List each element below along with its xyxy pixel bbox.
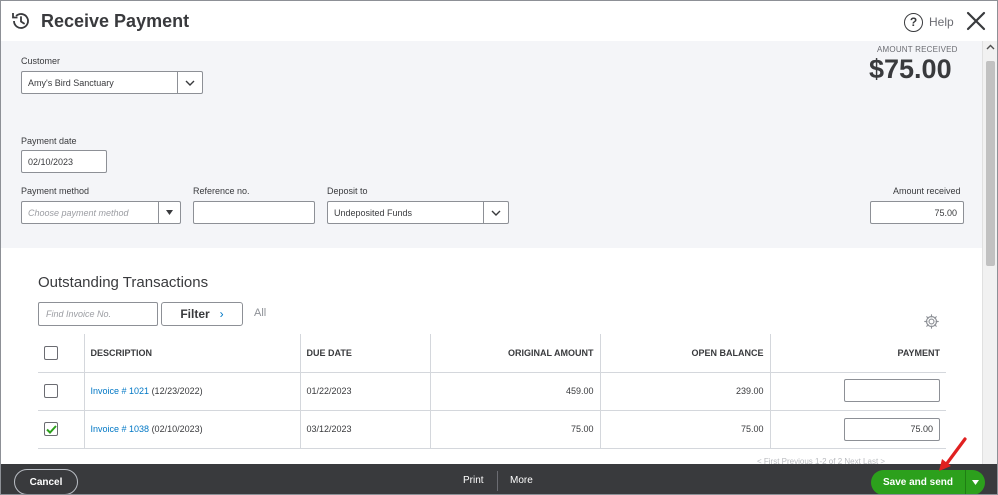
table-row: Invoice # 1038 (02/10/2023) 03/12/2023 7… [38,410,946,449]
chevron-right-icon: › [219,307,224,321]
original-amount-cell: 459.00 [430,372,601,411]
print-button[interactable]: Print [463,475,484,486]
open-balance-cell: 239.00 [600,372,771,411]
select-all-cell [38,334,85,373]
reference-input[interactable] [193,201,315,224]
scroll-up-icon[interactable] [986,43,995,52]
column-header-open-balance[interactable]: OPEN BALANCE [600,334,771,373]
due-date-cell: 03/12/2023 [300,410,431,449]
deposit-to-label: Deposit to [327,186,368,196]
invoice-link[interactable]: Invoice # 1021 [91,386,150,396]
checkmark-icon [45,424,57,434]
vertical-scrollbar[interactable] [982,41,997,464]
find-invoice-input[interactable]: Find Invoice No. [38,302,158,326]
all-filter-label: All [254,307,267,319]
payment-cell: 75.00 [770,410,946,449]
footer-divider [497,471,498,491]
amount-received-label: Amount received [893,186,961,196]
customer-select[interactable]: Amy's Bird Sanctuary [21,71,203,94]
header: Receive Payment ? Help [1,1,997,41]
amount-received-input[interactable]: 75.00 [870,201,964,224]
gear-icon[interactable] [923,313,940,330]
row-checkbox[interactable] [44,384,58,398]
customer-value: Amy's Bird Sanctuary [28,77,114,88]
row-checkbox-cell [38,372,85,411]
help-button[interactable]: ? Help [904,11,954,33]
select-all-checkbox[interactable] [44,345,58,360]
column-header-description[interactable]: DESCRIPTION [84,334,301,373]
reference-label: Reference no. [193,186,250,196]
column-header-original-amount[interactable]: ORIGINAL AMOUNT [430,334,601,373]
history-icon[interactable] [10,10,32,32]
footer-bar [1,464,997,494]
outstanding-transactions-title: Outstanding Transactions [38,274,209,291]
description-cell: Invoice # 1021 (12/23/2022) [84,372,301,411]
invoice-date: (12/23/2022) [151,386,203,396]
amount-received-caption: AMOUNT RECEIVED [877,45,958,54]
payment-method-placeholder: Choose payment method [28,207,129,218]
original-amount-cell: 75.00 [430,410,601,449]
description-cell: Invoice # 1038 (02/10/2023) [84,410,301,449]
filter-label: Filter [180,307,210,321]
payment-input[interactable] [844,378,940,402]
scroll-thumb[interactable] [986,61,995,266]
filter-button[interactable]: Filter › [161,302,243,326]
chevron-down-icon[interactable] [177,72,202,93]
amount-received-value: 75.00 [934,207,957,218]
open-balance-cell: 75.00 [600,410,771,449]
close-icon[interactable] [964,9,988,33]
outstanding-transactions-table: DESCRIPTION DUE DATE ORIGINAL AMOUNT OPE… [38,334,946,449]
invoice-date: (02/10/2023) [151,424,203,434]
caret-down-icon[interactable] [158,202,180,223]
payment-method-select[interactable]: Choose payment method [21,201,181,224]
find-invoice-placeholder: Find Invoice No. [46,309,112,319]
payment-date-input[interactable]: 02/10/2023 [21,150,107,173]
table-header-row: DESCRIPTION DUE DATE ORIGINAL AMOUNT OPE… [38,334,946,373]
table-row: Invoice # 1021 (12/23/2022) 01/22/2023 4… [38,372,946,411]
row-checkbox-cell [38,410,85,449]
payment-input[interactable]: 75.00 [844,417,940,441]
payment-cell [770,372,946,411]
payment-method-label: Payment method [21,186,90,196]
cancel-button[interactable]: Cancel [14,469,78,494]
amount-received-total: $75.00 [869,54,952,84]
column-header-due-date[interactable]: DUE DATE [300,334,431,373]
chevron-down-icon[interactable] [483,202,508,223]
annotation-arrow-icon [939,437,967,471]
invoice-link[interactable]: Invoice # 1038 [91,424,150,434]
payment-date-label: Payment date [21,136,77,146]
row-checkbox-checked[interactable] [44,422,58,436]
receive-payment-window: Receive Payment ? Help Customer Amy's Bi… [0,0,998,495]
payment-date-value: 02/10/2023 [28,156,74,167]
caret-down-icon [972,480,979,485]
column-header-payment[interactable]: PAYMENT [770,334,946,373]
more-button[interactable]: More [510,475,533,486]
help-label: Help [929,15,954,29]
question-icon: ? [904,12,923,32]
page-title: Receive Payment [41,11,190,31]
customer-label: Customer [21,56,61,66]
deposit-to-select[interactable]: Undeposited Funds [327,201,509,224]
deposit-to-value: Undeposited Funds [334,207,413,218]
due-date-cell: 01/22/2023 [300,372,431,411]
